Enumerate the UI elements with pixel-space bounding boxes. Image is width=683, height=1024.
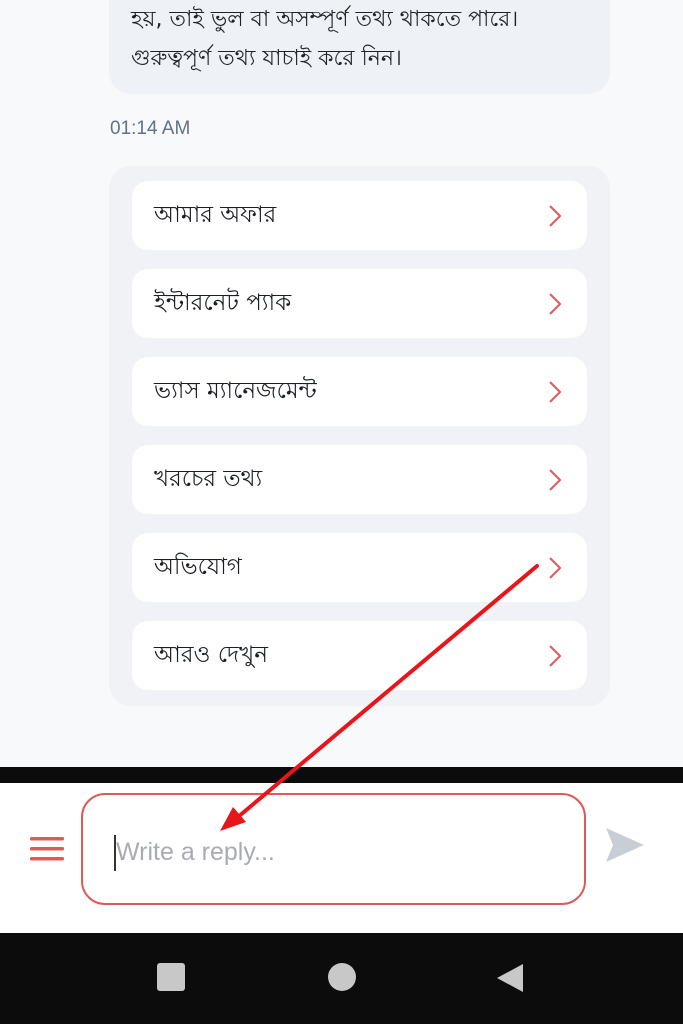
chevron-right-icon bbox=[545, 203, 565, 229]
reply-input[interactable] bbox=[116, 827, 546, 877]
divider-bar bbox=[0, 767, 683, 783]
menu-item-complaint[interactable]: অভিযোগ bbox=[132, 533, 587, 602]
chevron-right-icon bbox=[545, 643, 565, 669]
menu-item-see-more[interactable]: আরও দেখুন bbox=[132, 621, 587, 690]
menu-item-label: আরও দেখুন bbox=[154, 642, 268, 668]
quick-menu-card: আমার অফার ইন্টারনেট প্যাক ভ্যাস ম্যানেজম… bbox=[109, 166, 610, 706]
menu-item-vas-management[interactable]: ভ্যাস ম্যানেজমেন্ট bbox=[132, 357, 587, 426]
menu-item-usage-info[interactable]: খরচের তথ্য bbox=[132, 445, 587, 514]
bot-message-line-1: হয়, তাই ভুল বা অসম্পূর্ণ তথ্য থাকতে পার… bbox=[131, 7, 519, 32]
menu-item-label: খরচের তথ্য bbox=[154, 466, 263, 492]
menu-item-label: অভিযোগ bbox=[154, 554, 242, 580]
chevron-right-icon bbox=[545, 555, 565, 581]
menu-item-label: আমার অফার bbox=[154, 202, 277, 228]
circle-icon[interactable] bbox=[328, 963, 356, 991]
menu-item-internet-pack[interactable]: ইন্টারনেট প্যাক bbox=[132, 269, 587, 338]
bot-message-bubble: হয়, তাই ভুল বা অসম্পূর্ণ তথ্য থাকতে পার… bbox=[109, 0, 610, 94]
hamburger-icon[interactable] bbox=[30, 835, 64, 863]
composer-bar bbox=[0, 783, 683, 933]
system-nav-bar bbox=[0, 933, 683, 1024]
square-icon[interactable] bbox=[157, 963, 185, 991]
menu-item-label: ভ্যাস ম্যানেজমেন্ট bbox=[154, 378, 317, 404]
send-icon[interactable] bbox=[604, 826, 646, 864]
menu-item-label: ইন্টারনেট প্যাক bbox=[154, 290, 292, 316]
chevron-right-icon bbox=[545, 467, 565, 493]
menu-item-my-offer[interactable]: আমার অফার bbox=[132, 181, 587, 250]
chevron-right-icon bbox=[545, 291, 565, 317]
bot-message-line-2: গুরুত্বপূর্ণ তথ্য যাচাই করে নিন। bbox=[131, 46, 402, 71]
chat-area: হয়, তাই ভুল বা অসম্পূর্ণ তথ্য থাকতে পার… bbox=[0, 0, 683, 767]
reply-field[interactable] bbox=[81, 793, 586, 905]
triangle-back-icon[interactable] bbox=[496, 963, 524, 993]
chevron-right-icon bbox=[545, 379, 565, 405]
message-timestamp: 01:14 AM bbox=[110, 118, 191, 139]
